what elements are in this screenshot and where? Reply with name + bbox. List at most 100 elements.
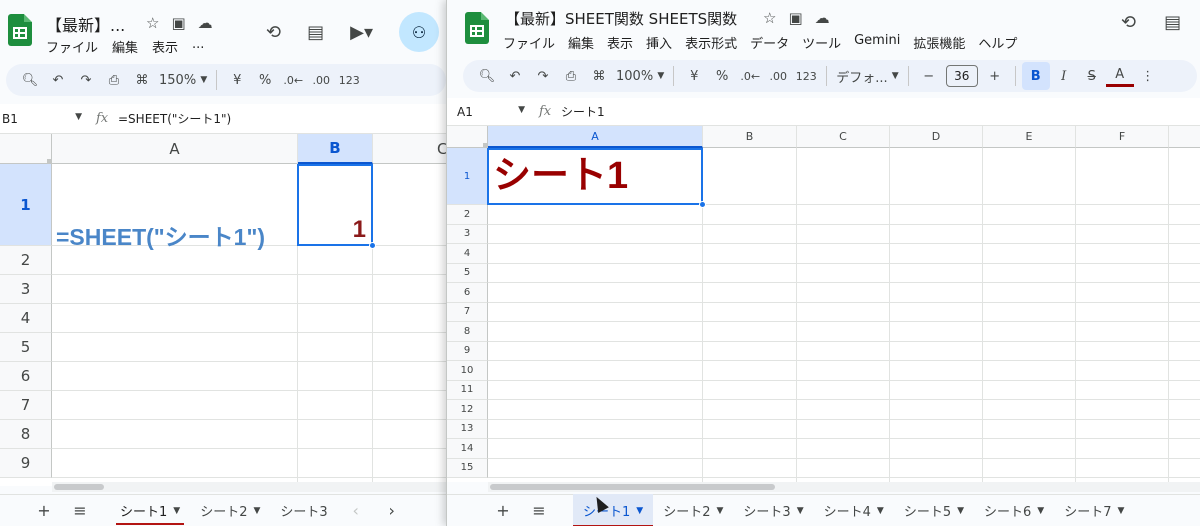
history-icon[interactable]: ⟲	[1121, 12, 1136, 33]
menu-extensions[interactable]: 拡張機能	[913, 33, 965, 52]
menu-help[interactable]: ヘルプ	[978, 33, 1017, 52]
strikethrough-button[interactable]: S	[1078, 62, 1106, 90]
scrollbar-thumb[interactable]	[54, 484, 104, 490]
tab-sheet7[interactable]: シート7 ▼	[1054, 494, 1134, 526]
tab-sheet2[interactable]: シート2 ▼	[653, 494, 733, 526]
tab-sheet3[interactable]: シート3	[270, 494, 337, 526]
more-options-icon[interactable]: ⋮	[1134, 62, 1162, 90]
print-icon[interactable]: ⎙	[557, 62, 585, 90]
decrease-decimal-button[interactable]: .0←	[736, 62, 764, 90]
row-header-6[interactable]: 6	[0, 362, 52, 391]
tab-sheet5[interactable]: シート5 ▼	[894, 494, 974, 526]
name-box[interactable]: A1 ▼	[447, 105, 539, 119]
row-header-3[interactable]: 3	[447, 224, 488, 244]
comment-icon[interactable]: ▤	[1164, 12, 1181, 33]
left-sheet-grid[interactable]: A B C 1 2 3 4 5 6 7 8 9 =SHEET("シート1") 1	[0, 134, 446, 486]
row-header-1[interactable]: 1	[447, 148, 488, 205]
share-button[interactable]: ⚇	[399, 12, 439, 52]
redo-icon[interactable]: ↷	[529, 62, 557, 90]
row-header-9[interactable]: 9	[447, 341, 488, 361]
row-header-5[interactable]: 5	[0, 333, 52, 362]
bold-button[interactable]: B	[1021, 62, 1050, 90]
menu-tools[interactable]: ツール	[802, 33, 841, 52]
row-header-4[interactable]: 4	[0, 304, 52, 333]
font-family-select[interactable]: デフォ... ▼	[833, 62, 901, 90]
all-sheets-icon[interactable]: ≡	[62, 501, 98, 520]
percent-format-button[interactable]: %	[708, 62, 736, 90]
redo-icon[interactable]: ↷	[72, 66, 100, 94]
undo-icon[interactable]: ↶	[44, 66, 72, 94]
column-header-f[interactable]: F	[1076, 126, 1169, 148]
row-header-4[interactable]: 4	[447, 244, 488, 264]
tab-sheet4[interactable]: シート4 ▼	[814, 494, 894, 526]
paint-format-icon[interactable]: ⌘	[128, 66, 156, 94]
star-icon[interactable]: ☆	[763, 9, 776, 27]
right-horizontal-scrollbar[interactable]	[488, 482, 1200, 492]
tab-sheet1[interactable]: シート1 ▼	[110, 494, 190, 526]
decrease-decimal-button[interactable]: .0←	[279, 66, 307, 94]
row-header-5[interactable]: 5	[447, 263, 488, 283]
row-header-15[interactable]: 15	[447, 458, 488, 478]
row-header-7[interactable]: 7	[0, 391, 52, 420]
menu-more[interactable]: ...	[192, 37, 204, 56]
selected-cell-a1[interactable]	[487, 148, 703, 205]
row-header-7[interactable]: 7	[447, 302, 488, 322]
column-header-d[interactable]: D	[890, 126, 983, 148]
zoom-select[interactable]: 100% ▼	[613, 62, 667, 90]
all-sheets-icon[interactable]: ≡	[521, 501, 557, 520]
menu-format[interactable]: 表示形式	[685, 33, 737, 52]
menu-edit[interactable]: 編集	[568, 33, 594, 52]
menu-view[interactable]: 表示	[152, 37, 178, 56]
sheets-logo-icon[interactable]	[8, 14, 32, 46]
paint-format-icon[interactable]: ⌘	[585, 62, 613, 90]
column-header-c[interactable]: C	[373, 134, 446, 164]
row-header-9[interactable]: 9	[0, 449, 52, 478]
zoom-select[interactable]: 150% ▼	[156, 66, 210, 94]
add-sheet-icon[interactable]: +	[485, 501, 521, 520]
currency-format-button[interactable]: ¥	[680, 62, 708, 90]
meet-icon[interactable]: ▶▾	[350, 22, 373, 43]
undo-icon[interactable]: ↶	[501, 62, 529, 90]
formula-input[interactable]: シート1	[561, 103, 605, 120]
print-icon[interactable]: ⎙	[100, 66, 128, 94]
right-sheet-grid[interactable]: A B C D E F 1 2 3 4 5 6 7 8 9 10 11 12 1…	[447, 126, 1200, 482]
search-menus-icon[interactable]: 🔍︎	[16, 66, 44, 94]
column-header-a[interactable]: A	[52, 134, 298, 164]
menu-file[interactable]: ファイル	[46, 37, 98, 56]
more-formats-button[interactable]: 123	[792, 62, 820, 90]
font-size-input[interactable]: 36	[945, 65, 978, 87]
scroll-tabs-left-icon[interactable]: ‹	[338, 501, 374, 520]
increase-decimal-button[interactable]: .00	[307, 66, 335, 94]
left-horizontal-scrollbar[interactable]	[52, 482, 446, 492]
tab-sheet3[interactable]: シート3 ▼	[733, 494, 813, 526]
menu-edit[interactable]: 編集	[112, 37, 138, 56]
row-header-11[interactable]: 11	[447, 380, 488, 400]
star-icon[interactable]: ☆	[146, 14, 159, 32]
tab-sheet6[interactable]: シート6 ▼	[974, 494, 1054, 526]
tab-sheet2[interactable]: シート2 ▼	[190, 494, 270, 526]
row-header-12[interactable]: 12	[447, 400, 488, 420]
fill-handle[interactable]	[369, 242, 376, 249]
menu-file[interactable]: ファイル	[503, 33, 555, 52]
row-header-8[interactable]: 8	[0, 420, 52, 449]
currency-format-button[interactable]: ¥	[223, 66, 251, 94]
column-header-c[interactable]: C	[797, 126, 890, 148]
doc-title[interactable]: 【最新】SHEET関数 SHEETS関数	[505, 8, 737, 29]
text-color-button[interactable]: A	[1105, 65, 1134, 87]
column-header-e[interactable]: E	[983, 126, 1076, 148]
more-formats-button[interactable]: 123	[335, 66, 363, 94]
italic-button[interactable]: I	[1050, 62, 1078, 90]
fill-handle[interactable]	[699, 201, 706, 208]
cloud-status-icon[interactable]: ☁	[815, 9, 830, 27]
row-header-8[interactable]: 8	[447, 322, 488, 342]
menu-view[interactable]: 表示	[607, 33, 633, 52]
column-header-a[interactable]: A	[488, 126, 703, 148]
row-header-1[interactable]: 1	[0, 164, 52, 246]
increase-font-size-button[interactable]: +	[981, 62, 1009, 90]
row-header-13[interactable]: 13	[447, 419, 488, 439]
doc-title[interactable]: 【最新】...	[46, 12, 125, 36]
menu-gemini[interactable]: Gemini	[854, 33, 900, 52]
scrollbar-thumb[interactable]	[490, 484, 775, 490]
formula-input[interactable]: =SHEET("シート1")	[118, 110, 231, 127]
search-menus-icon[interactable]: 🔍︎	[473, 62, 501, 90]
